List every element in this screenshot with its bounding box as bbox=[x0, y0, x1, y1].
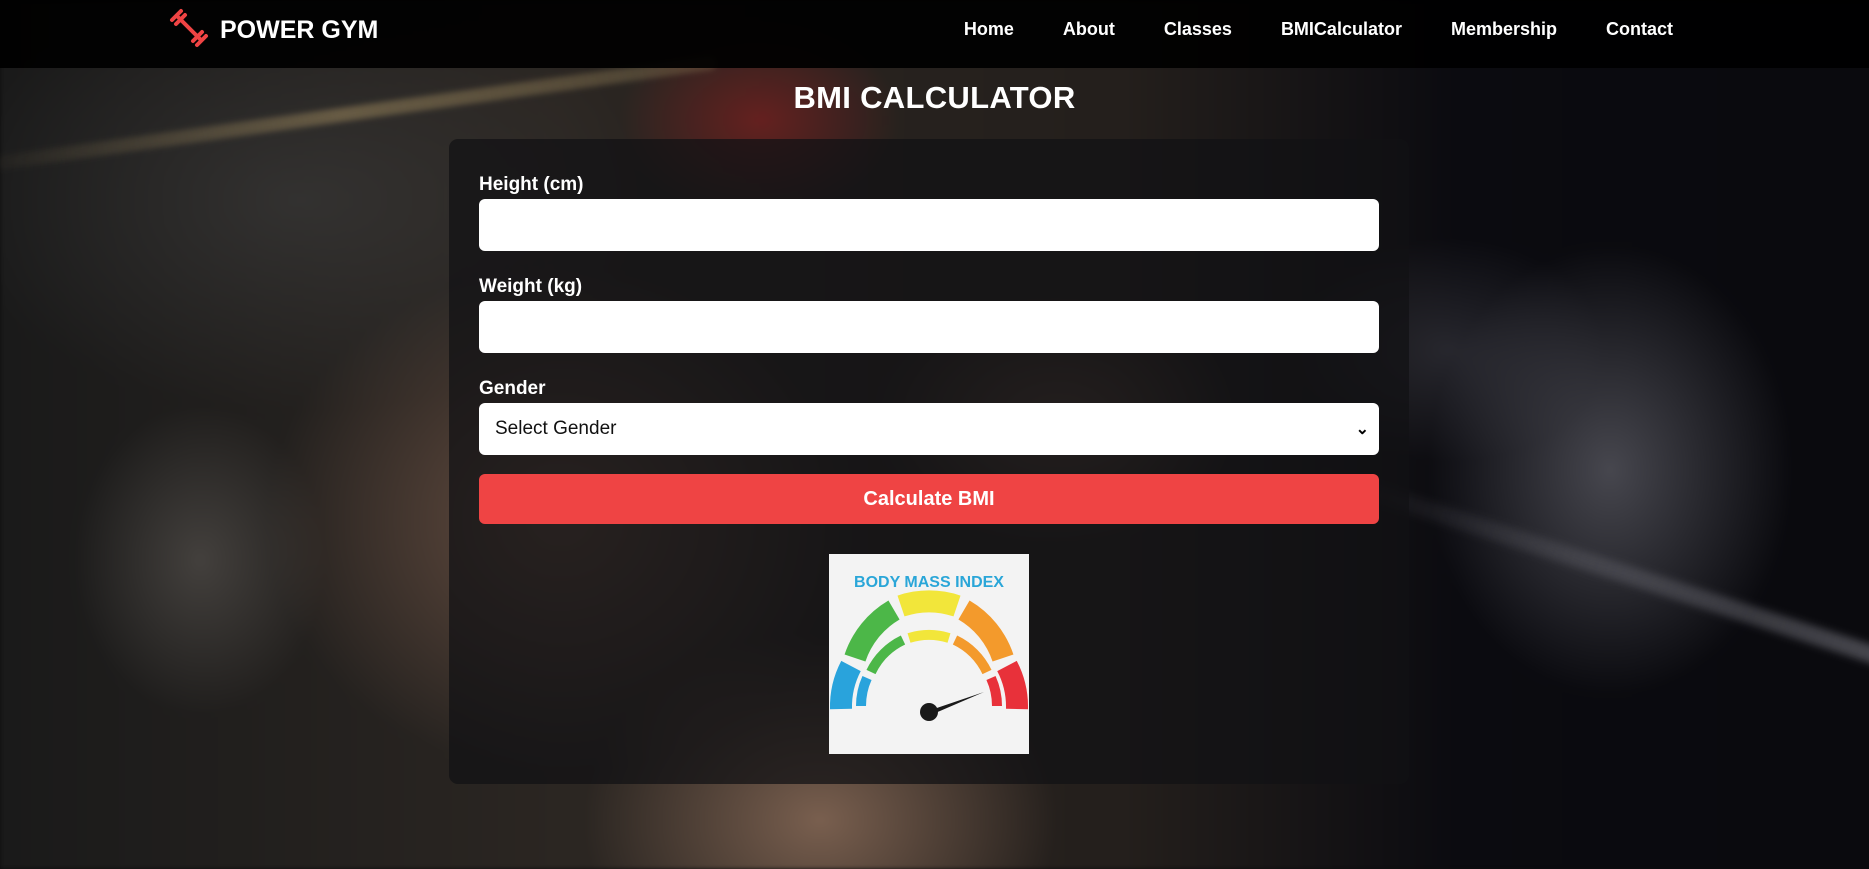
nav-item-contact[interactable]: Contact bbox=[1606, 19, 1673, 40]
navbar: POWER GYM Home About Classes BMICalculat… bbox=[0, 0, 1869, 68]
nav-item-about[interactable]: About bbox=[1063, 19, 1115, 40]
weight-input[interactable] bbox=[479, 301, 1379, 353]
gender-select-value: Select Gender bbox=[495, 418, 617, 439]
dumbbell-icon bbox=[168, 7, 210, 53]
bmi-form-card: Height (cm) Weight (kg) Gender Select Ge… bbox=[449, 139, 1409, 784]
brand-logo[interactable]: POWER GYM bbox=[168, 8, 378, 52]
weight-label: Weight (kg) bbox=[479, 276, 583, 297]
nav-menu: Home About Classes BMICalculator Members… bbox=[964, 19, 1673, 40]
nav-item-home[interactable]: Home bbox=[964, 19, 1014, 40]
bmi-chart-image: BODY MASS INDEX bbox=[829, 554, 1029, 754]
bmi-chart-title: BODY MASS INDEX bbox=[854, 574, 1004, 591]
chevron-down-icon: ⌄ bbox=[1355, 421, 1369, 438]
height-label: Height (cm) bbox=[479, 174, 584, 195]
nav-item-classes[interactable]: Classes bbox=[1164, 19, 1232, 40]
brand-name: POWER GYM bbox=[220, 15, 379, 44]
calculate-bmi-button[interactable]: Calculate BMI bbox=[479, 474, 1379, 524]
gender-select[interactable]: Select Gender ⌄ bbox=[479, 403, 1379, 455]
nav-item-bmi-calculator[interactable]: BMICalculator bbox=[1281, 19, 1402, 40]
height-input[interactable] bbox=[479, 199, 1379, 251]
nav-item-membership[interactable]: Membership bbox=[1451, 19, 1557, 40]
page-title: BMI CALCULATOR bbox=[793, 80, 1076, 115]
gender-label: Gender bbox=[479, 378, 546, 399]
